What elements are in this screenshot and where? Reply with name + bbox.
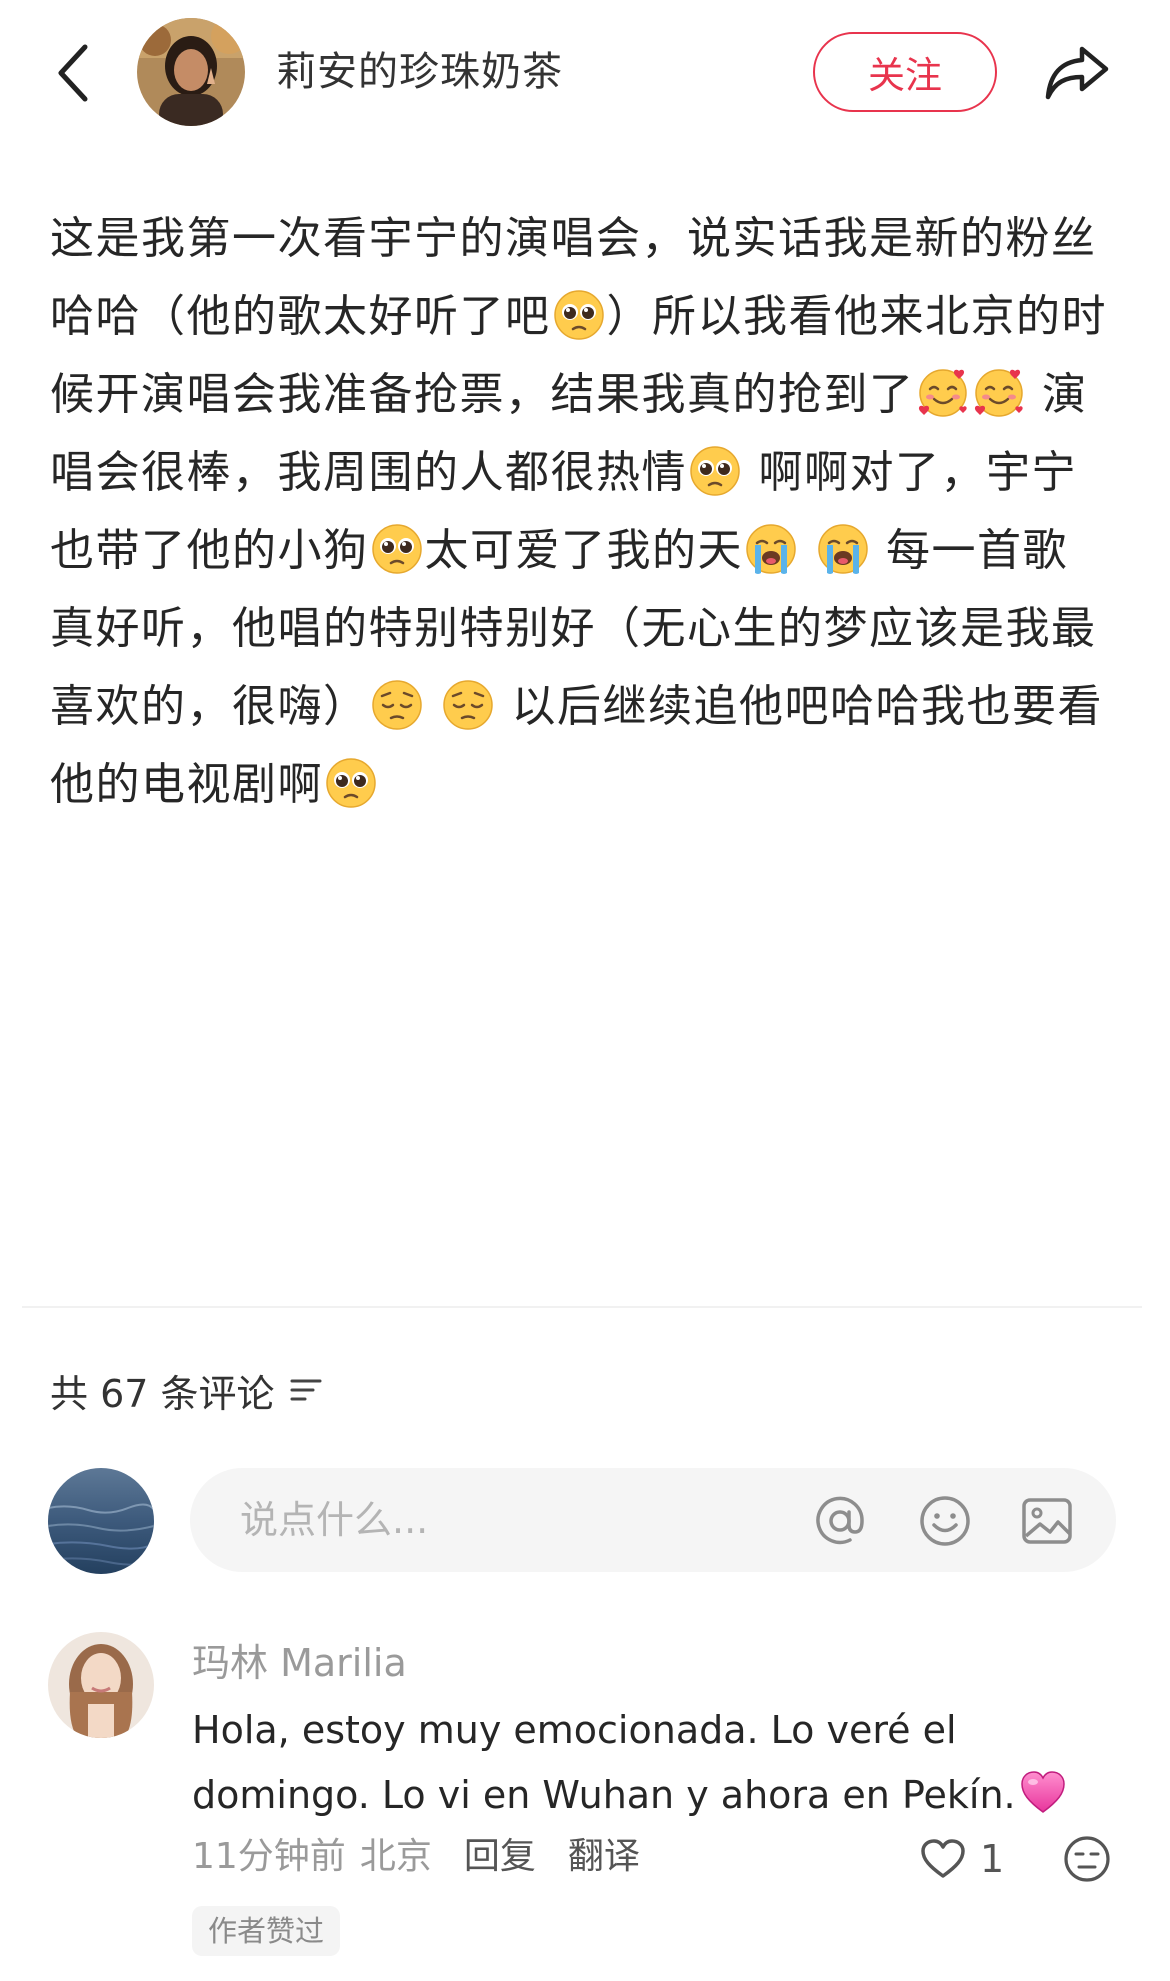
image-icon[interactable] xyxy=(1020,1494,1074,1548)
author-username[interactable]: 莉安的珍珠奶茶 xyxy=(276,44,563,100)
post-text-segment xyxy=(799,525,815,576)
comment-count: 共 67 条评论 xyxy=(50,1371,275,1416)
loudly-crying-face-icon xyxy=(746,524,796,574)
pensive-face-icon xyxy=(371,680,422,730)
back-button[interactable] xyxy=(44,40,100,106)
share-button[interactable] xyxy=(1040,38,1114,108)
comment-input-placeholder: 说点什么... xyxy=(240,1498,429,1542)
sort-icon[interactable] xyxy=(289,1375,323,1405)
reaction-emoji-icon[interactable] xyxy=(1062,1834,1112,1884)
post-text-segment: 太可爱了我的天 xyxy=(424,525,743,576)
section-divider xyxy=(22,1306,1142,1308)
heart-outline-icon xyxy=(921,1839,965,1878)
pleading-face-icon xyxy=(371,524,422,574)
author-avatar[interactable] xyxy=(137,18,245,126)
comment-input[interactable]: 说点什么... xyxy=(190,1468,1116,1572)
chevron-left-icon xyxy=(58,44,88,102)
reply-button[interactable]: 回复 xyxy=(464,1832,536,1882)
comment-body: Hola, estoy muy emocionada. Lo veré el d… xyxy=(192,1708,1016,1817)
comment-meta: 11分钟前 北京 回复 翻译 xyxy=(192,1832,640,1882)
at-mention-icon[interactable] xyxy=(813,1494,867,1548)
pensive-face-icon xyxy=(443,680,493,730)
post-header: 莉安的珍珠奶茶 关注 xyxy=(0,0,1170,150)
my-avatar xyxy=(48,1468,154,1574)
author-liked-badge: 作者赞过 xyxy=(192,1906,341,1956)
follow-button[interactable]: 关注 xyxy=(813,32,997,112)
pleading-face-icon xyxy=(326,758,376,808)
translate-button[interactable]: 翻译 xyxy=(568,1832,640,1882)
like-button[interactable]: 1 xyxy=(920,1834,1004,1884)
comment-time: 11分钟前 xyxy=(192,1836,346,1877)
pink-heart-icon xyxy=(1020,1771,1065,1813)
comment-location: 北京 xyxy=(359,1836,432,1877)
loudly-crying-face-icon xyxy=(817,524,868,574)
smiling-face-with-hearts-icon xyxy=(974,369,1023,417)
emoji-icon[interactable] xyxy=(918,1494,972,1548)
commenter-avatar[interactable] xyxy=(48,1632,154,1738)
pleading-face-icon xyxy=(553,290,604,340)
commenter-name[interactable]: 玛林 Marilia xyxy=(192,1638,407,1688)
post-content: 这是我第一次看宇宁的演唱会，说实话我是新的粉丝哈哈（他的歌太好听了吧 ）所以我看他… xyxy=(50,200,1110,824)
comment-text: Hola, estoy muy emocionada. Lo veré el d… xyxy=(192,1698,1092,1828)
post-text-segment xyxy=(425,681,441,732)
smiling-face-with-hearts-icon xyxy=(918,369,967,417)
pleading-face-icon xyxy=(690,446,740,496)
share-icon xyxy=(1045,46,1109,100)
like-count: 1 xyxy=(980,1837,1005,1881)
comment-count-row: 共 67 条评论 xyxy=(50,1362,323,1418)
